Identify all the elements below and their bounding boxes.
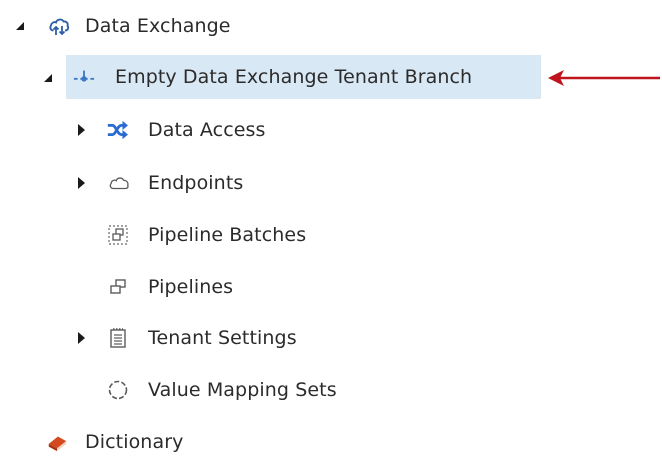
branch-icon (73, 66, 95, 88)
collapse-arrow-icon[interactable] (42, 71, 54, 85)
annotation-arrow-icon (548, 68, 660, 88)
tree-item-tenant-settings[interactable]: Tenant Settings (148, 327, 297, 349)
expand-arrow-icon[interactable] (75, 176, 87, 190)
cloud-exchange-icon (48, 15, 70, 37)
tree-item-endpoints[interactable]: Endpoints (148, 172, 243, 194)
tree-item-dictionary[interactable]: Dictionary (85, 431, 183, 453)
dashed-circle-icon (107, 379, 129, 401)
tree-item-empty-data-exchange-tenant-branch[interactable]: Empty Data Exchange Tenant Branch (115, 66, 472, 88)
content-tree: Data Exchange Empty Data Exchange Tenant… (0, 0, 662, 459)
tree-item-data-exchange[interactable]: Data Exchange (85, 15, 231, 37)
pipelines-icon (107, 276, 129, 298)
tree-item-data-access[interactable]: Data Access (148, 119, 266, 141)
expand-arrow-icon[interactable] (75, 123, 87, 137)
collapse-arrow-icon[interactable] (14, 19, 26, 33)
expand-arrow-icon[interactable] (75, 331, 87, 345)
shuffle-icon (106, 119, 128, 141)
tree-item-pipeline-batches[interactable]: Pipeline Batches (148, 224, 306, 246)
pipeline-batches-icon (107, 224, 129, 246)
tree-item-pipelines[interactable]: Pipelines (148, 276, 233, 298)
book-icon (46, 431, 68, 453)
notepad-icon (107, 327, 129, 349)
cloud-outline-icon (108, 172, 130, 194)
tree-item-value-mapping-sets[interactable]: Value Mapping Sets (148, 379, 337, 401)
